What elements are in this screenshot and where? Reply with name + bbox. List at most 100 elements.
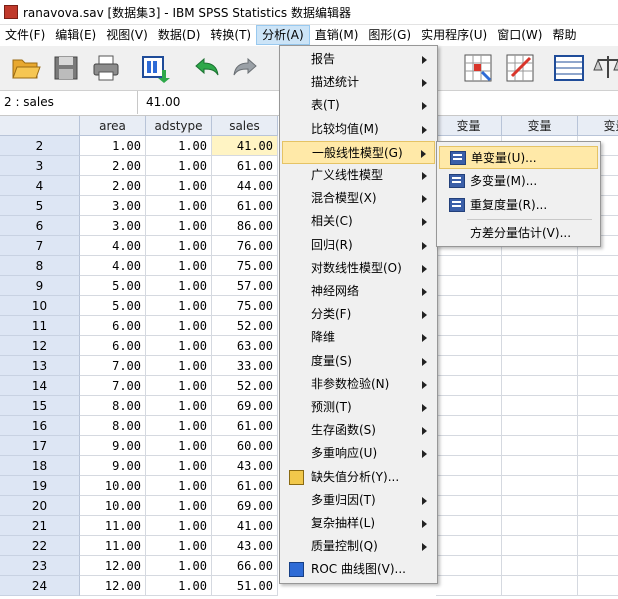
cell-empty[interactable] bbox=[436, 516, 502, 536]
cell-adstype[interactable]: 1.00 bbox=[146, 296, 212, 316]
cell-sales[interactable]: 75.00 bbox=[212, 256, 278, 276]
cell-empty[interactable] bbox=[578, 556, 618, 576]
cell-empty[interactable] bbox=[502, 296, 578, 316]
menu-0[interactable]: 文件(F) bbox=[0, 25, 50, 45]
weight-cases-icon[interactable] bbox=[462, 52, 494, 84]
column-header-empty-var[interactable]: 变量 bbox=[502, 116, 578, 136]
cell-empty[interactable] bbox=[436, 496, 502, 516]
cell-empty[interactable] bbox=[502, 476, 578, 496]
cell-area[interactable]: 10.00 bbox=[80, 476, 146, 496]
cell-adstype[interactable]: 1.00 bbox=[146, 276, 212, 296]
column-header-empty-var[interactable]: 变量 bbox=[436, 116, 502, 136]
cell-sales[interactable]: 76.00 bbox=[212, 236, 278, 256]
cell-adstype[interactable]: 1.00 bbox=[146, 336, 212, 356]
cell-adstype[interactable]: 1.00 bbox=[146, 396, 212, 416]
cell-sales[interactable]: 61.00 bbox=[212, 196, 278, 216]
cell-area[interactable]: 7.00 bbox=[80, 376, 146, 396]
cell-empty[interactable] bbox=[436, 416, 502, 436]
cell-adstype[interactable]: 1.00 bbox=[146, 516, 212, 536]
cell-adstype[interactable]: 1.00 bbox=[146, 156, 212, 176]
menu-8[interactable]: 实用程序(U) bbox=[416, 25, 492, 45]
cell-sales[interactable]: 66.00 bbox=[212, 556, 278, 576]
menu-6[interactable]: 直销(M) bbox=[310, 25, 364, 45]
row-number[interactable]: 21 bbox=[0, 516, 80, 536]
glm-submenu-item[interactable]: 重复度量(R)... bbox=[439, 194, 598, 217]
analyze-menu-item[interactable]: 一般线性模型(G) bbox=[282, 140, 435, 164]
cell-empty[interactable] bbox=[578, 316, 618, 336]
cell-empty[interactable] bbox=[436, 476, 502, 496]
cell-sales[interactable]: 52.00 bbox=[212, 316, 278, 336]
glm-submenu-item[interactable]: 方差分量估计(V)... bbox=[439, 222, 598, 245]
cell-empty[interactable] bbox=[502, 416, 578, 436]
row-number[interactable]: 15 bbox=[0, 396, 80, 416]
analyze-menu-item[interactable]: 表(T) bbox=[282, 94, 435, 117]
analyze-menu-item[interactable]: ROC 曲线图(V)... bbox=[282, 558, 435, 581]
row-number[interactable]: 10 bbox=[0, 296, 80, 316]
menu-1[interactable]: 编辑(E) bbox=[50, 25, 101, 45]
cell-empty[interactable] bbox=[436, 556, 502, 576]
cell-area[interactable]: 5.00 bbox=[80, 296, 146, 316]
cell-empty[interactable] bbox=[578, 356, 618, 376]
analyze-menu-item[interactable]: 多重归因(T) bbox=[282, 489, 435, 512]
analyze-menu-item[interactable]: 分类(F) bbox=[282, 303, 435, 326]
cell-sales[interactable]: 51.00 bbox=[212, 576, 278, 596]
undo-icon[interactable] bbox=[190, 52, 222, 84]
cell-empty[interactable] bbox=[502, 396, 578, 416]
cell-sales[interactable]: 41.00 bbox=[212, 516, 278, 536]
cell-empty[interactable] bbox=[578, 476, 618, 496]
row-number[interactable]: 8 bbox=[0, 256, 80, 276]
value-labels-icon[interactable] bbox=[553, 52, 585, 84]
cell-empty[interactable] bbox=[578, 416, 618, 436]
column-header-sales[interactable]: sales bbox=[212, 116, 278, 136]
cell-adstype[interactable]: 1.00 bbox=[146, 216, 212, 236]
analyze-menu-item[interactable]: 回归(R) bbox=[282, 234, 435, 257]
select-cases-icon[interactable] bbox=[504, 52, 536, 84]
cell-empty[interactable] bbox=[578, 456, 618, 476]
cell-area[interactable]: 12.00 bbox=[80, 556, 146, 576]
cell-adstype[interactable]: 1.00 bbox=[146, 256, 212, 276]
row-number[interactable]: 18 bbox=[0, 456, 80, 476]
cell-area[interactable]: 2.00 bbox=[80, 156, 146, 176]
cell-sales[interactable]: 69.00 bbox=[212, 496, 278, 516]
menu-2[interactable]: 视图(V) bbox=[101, 25, 153, 45]
analyze-menu-item[interactable]: 度量(S) bbox=[282, 350, 435, 373]
analyze-menu-item[interactable]: 混合模型(X) bbox=[282, 187, 435, 210]
cell-empty[interactable] bbox=[436, 256, 502, 276]
cell-sales[interactable]: 52.00 bbox=[212, 376, 278, 396]
row-number[interactable]: 2 bbox=[0, 136, 80, 156]
row-number[interactable]: 13 bbox=[0, 356, 80, 376]
cell-adstype[interactable]: 1.00 bbox=[146, 536, 212, 556]
analyze-menu-item[interactable]: 缺失值分析(Y)... bbox=[282, 466, 435, 489]
cell-area[interactable]: 3.00 bbox=[80, 216, 146, 236]
cell-empty[interactable] bbox=[502, 556, 578, 576]
row-number[interactable]: 22 bbox=[0, 536, 80, 556]
cell-area[interactable]: 6.00 bbox=[80, 336, 146, 356]
cell-empty[interactable] bbox=[502, 276, 578, 296]
cell-empty[interactable] bbox=[578, 276, 618, 296]
analyze-menu-item[interactable]: 报告 bbox=[282, 48, 435, 71]
cell-area[interactable]: 11.00 bbox=[80, 536, 146, 556]
cell-area[interactable]: 8.00 bbox=[80, 416, 146, 436]
cell-empty[interactable] bbox=[436, 396, 502, 416]
cell-sales[interactable]: 75.00 bbox=[212, 296, 278, 316]
print-icon[interactable] bbox=[90, 52, 122, 84]
cell-empty[interactable] bbox=[436, 536, 502, 556]
cell-adstype[interactable]: 1.00 bbox=[146, 136, 212, 156]
cell-adstype[interactable]: 1.00 bbox=[146, 576, 212, 596]
save-icon[interactable] bbox=[50, 52, 82, 84]
analyze-menu-item[interactable]: 降维 bbox=[282, 326, 435, 349]
row-number[interactable]: 7 bbox=[0, 236, 80, 256]
glm-submenu-item[interactable]: 单变量(U)... bbox=[439, 146, 598, 169]
cell-area[interactable]: 9.00 bbox=[80, 436, 146, 456]
row-number[interactable]: 11 bbox=[0, 316, 80, 336]
cell-empty[interactable] bbox=[578, 516, 618, 536]
cell-adstype[interactable]: 1.00 bbox=[146, 316, 212, 336]
row-number[interactable]: 4 bbox=[0, 176, 80, 196]
cell-sales[interactable]: 61.00 bbox=[212, 156, 278, 176]
cell-sales[interactable]: 60.00 bbox=[212, 436, 278, 456]
cell-empty[interactable] bbox=[502, 456, 578, 476]
cell-adstype[interactable]: 1.00 bbox=[146, 556, 212, 576]
cell-empty[interactable] bbox=[436, 356, 502, 376]
cell-empty[interactable] bbox=[436, 376, 502, 396]
cell-area[interactable]: 5.00 bbox=[80, 276, 146, 296]
